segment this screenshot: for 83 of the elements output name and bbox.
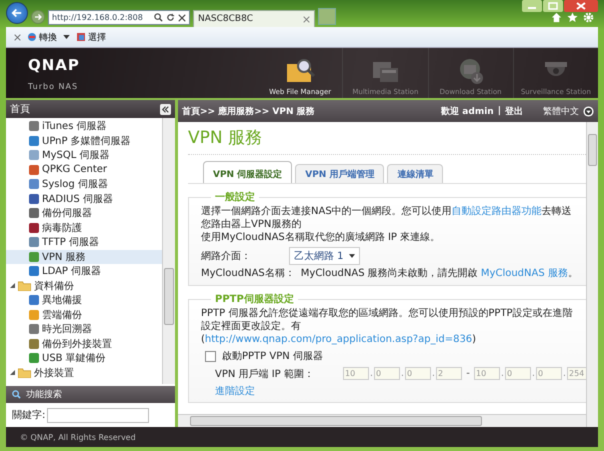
dropdown-icon[interactable] bbox=[583, 106, 594, 116]
scrollbar[interactable] bbox=[178, 414, 586, 427]
convert-button[interactable]: 轉換 bbox=[27, 30, 57, 44]
mycloudnas-label: MyCloudNAS名稱： bbox=[201, 266, 295, 280]
arrow-left-icon bbox=[10, 6, 24, 20]
separator-text: . bbox=[400, 368, 405, 379]
close-icon[interactable] bbox=[178, 14, 186, 22]
browser-tab[interactable]: NASC8CB8C bbox=[193, 10, 315, 27]
sidebar-item[interactable]: VPN 服務 bbox=[6, 250, 162, 264]
sidebar-item[interactable]: USB 單鍵備份 bbox=[6, 351, 162, 366]
close-icon[interactable] bbox=[564, 0, 598, 12]
search-icon bbox=[12, 390, 21, 399]
section-title: PPTP伺服器設定 bbox=[214, 292, 295, 306]
scrollbar[interactable] bbox=[162, 118, 175, 384]
sidebar-item[interactable]: LDAP 伺服器 bbox=[6, 264, 162, 278]
logo-subtitle: Turbo NAS bbox=[28, 82, 80, 91]
expand-arrow-icon[interactable] bbox=[10, 283, 15, 288]
close-icon[interactable] bbox=[14, 34, 21, 40]
ip-range-label: VPN 用戶端 IP 範圍： bbox=[215, 368, 315, 380]
router-settings-link[interactable]: 自動設定路由器功能 bbox=[452, 206, 542, 217]
welcome-text: 歡迎 admin bbox=[441, 105, 494, 118]
scrollbar[interactable] bbox=[586, 122, 598, 427]
expand-arrow-icon[interactable] bbox=[10, 370, 15, 376]
logo: QNAP bbox=[28, 56, 81, 74]
sidebar-item[interactable]: UPnP 多媒體伺服器 bbox=[6, 134, 162, 148]
sidebar-item[interactable]: Syslog 伺服器 bbox=[6, 177, 162, 192]
sidebar-item[interactable]: 病毒防護 bbox=[6, 220, 162, 235]
breadcrumb: 首頁>> 應用服務>> VPN 服務 bbox=[182, 105, 315, 118]
advanced-settings-link[interactable]: 進階設定 bbox=[201, 384, 586, 398]
interface-dropdown[interactable]: 乙太網路 1 bbox=[289, 246, 360, 264]
interface-label: 網路介面： bbox=[201, 250, 252, 262]
address-bar[interactable]: http://192.168.0.2:808 bbox=[48, 10, 190, 25]
description-text: PPTP 伺服器允許您從遠端存取您的區域網路。您可以使用預設的PPTP設定或在進階設定裡面更改設定。有 (http://www.qnap.com/pro_application.asp?ap_id=836) bbox=[201, 307, 574, 346]
description-text: 選擇一個網路介面去連接NAS中的一個網段。您可以使用自動設定路由器功能去轉送您路由器上VPN服務的 使用MyCloudNAS名稱取代您的廣域網路 IP 來連線。 bbox=[201, 205, 573, 244]
home-icon[interactable] bbox=[551, 12, 562, 23]
sidebar-item[interactable]: iTunes 伺服器 bbox=[6, 119, 162, 134]
search-panel-title: 功能搜索 bbox=[26, 388, 62, 401]
separator-text: - bbox=[465, 368, 471, 379]
sidebar-title: 首頁 bbox=[10, 103, 30, 116]
tab[interactable]: VPN 用戶端管理 bbox=[295, 164, 384, 183]
sidebar-item[interactable]: TFTP 伺服器 bbox=[6, 235, 162, 250]
sidebar-item[interactable]: 異地備援 bbox=[6, 293, 162, 308]
divider-text: | bbox=[498, 106, 501, 116]
keyword-label: 關鍵字: bbox=[12, 408, 46, 422]
language-selector[interactable]: 繁體中文 bbox=[543, 104, 579, 118]
separator-text: . bbox=[500, 368, 505, 379]
separator-text: . bbox=[531, 368, 536, 379]
select-button[interactable]: 選擇 bbox=[76, 30, 106, 44]
sidebar-item[interactable]: 備份伺服器 bbox=[6, 206, 162, 220]
tab[interactable]: 連線清單 bbox=[387, 164, 444, 183]
sidebar-item[interactable]: QPKG Center bbox=[6, 162, 162, 177]
folder-item[interactable]: 外接裝置 bbox=[6, 366, 162, 380]
settings-icon[interactable] bbox=[583, 12, 594, 23]
folder-icon bbox=[18, 280, 31, 291]
refresh-icon[interactable] bbox=[166, 13, 175, 22]
tab[interactable]: VPN 伺服器設定 bbox=[203, 161, 292, 183]
logout-link[interactable]: 登出 bbox=[505, 104, 523, 118]
separator-text: . bbox=[562, 368, 567, 379]
collapse-icon[interactable] bbox=[160, 104, 171, 114]
info-link[interactable]: http://www.qnap.com/pro_application.asp?ap_id=836 bbox=[204, 334, 472, 345]
forward-button[interactable] bbox=[31, 10, 45, 24]
folder-icon bbox=[18, 368, 31, 378]
keyword-field[interactable] bbox=[47, 408, 150, 422]
dropdown-arrow-icon[interactable] bbox=[63, 35, 70, 39]
sidebar-item[interactable]: MySQL 伺服器 bbox=[6, 148, 162, 162]
enable-checkbox[interactable] bbox=[205, 350, 216, 362]
sidebar-item[interactable]: 備份到外接裝置 bbox=[6, 336, 162, 351]
section-title: 一般設定 bbox=[214, 190, 256, 204]
star-icon[interactable] bbox=[567, 12, 578, 23]
copyright-text: © QNAP, All Rights Reserved bbox=[20, 432, 136, 442]
search-icon[interactable] bbox=[154, 13, 163, 22]
sidebar-item[interactable]: 雲端備份 bbox=[6, 308, 162, 322]
separator-text: . bbox=[369, 368, 374, 379]
sidebar-item[interactable]: RADIUS 伺服器 bbox=[6, 192, 162, 206]
back-button[interactable] bbox=[6, 2, 28, 24]
separator-text: . bbox=[431, 368, 436, 379]
arrow-right-icon bbox=[33, 12, 43, 22]
sidebar-item[interactable]: 時光回溯器 bbox=[6, 322, 162, 336]
window-icon bbox=[76, 32, 86, 42]
folder-item[interactable]: 資料備份 bbox=[6, 278, 162, 293]
enable-label: 啟動PPTP VPN 伺服器 bbox=[222, 350, 323, 363]
mycloudnas-status-text: MyCloudNAS 服務尚未啟動，請先開啟 MyCloudNAS 服務。 bbox=[300, 266, 578, 280]
dropdown-arrow-icon bbox=[348, 254, 355, 258]
